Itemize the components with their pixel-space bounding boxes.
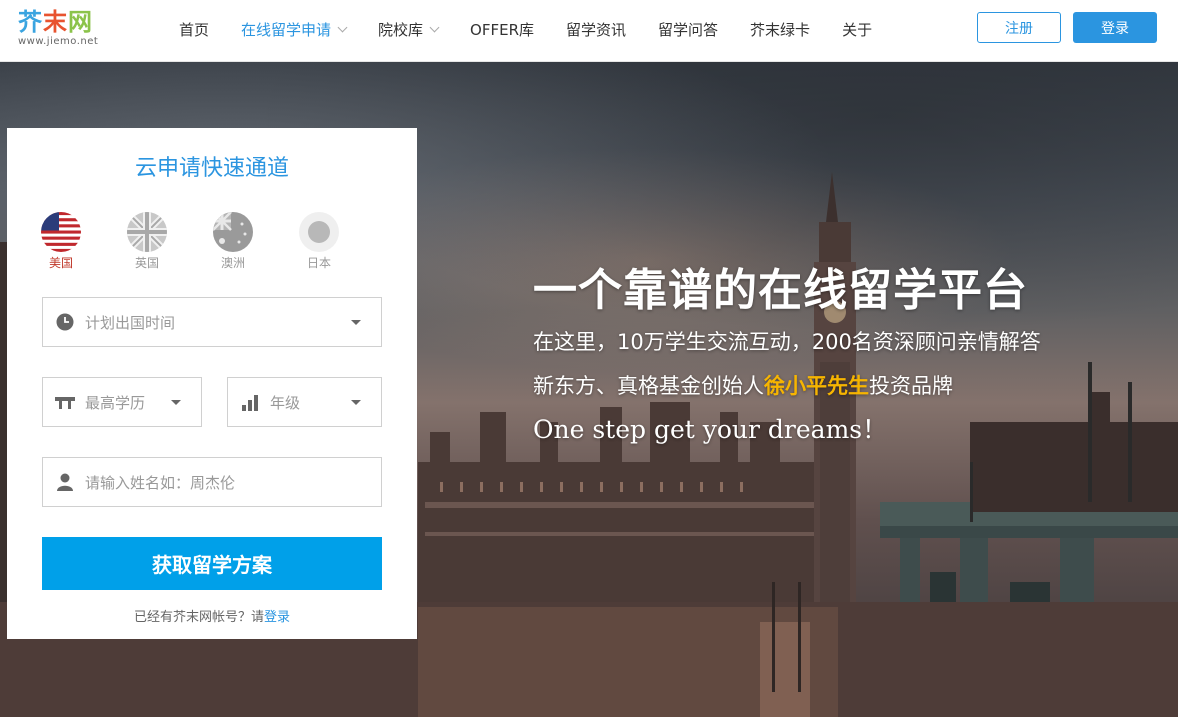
nav-item-schools[interactable]: 院校库: [362, 0, 454, 58]
login-button[interactable]: 登录: [1073, 12, 1157, 43]
chevron-down-icon: [429, 22, 440, 32]
nav-label: 关于: [842, 20, 873, 39]
chevron-down-icon: [337, 22, 348, 32]
nav-label: 留学资讯: [566, 20, 627, 39]
login-hint: 已经有芥末网帐号？请登录: [7, 606, 417, 625]
departure-time-select[interactable]: 计划出国时间: [42, 297, 382, 347]
form-title: 云申请快速通道: [134, 156, 289, 181]
hero-highlight-name: 徐小平先生: [764, 374, 869, 398]
grade-placeholder: 年级: [270, 393, 301, 412]
country-label: 英国: [134, 256, 159, 270]
nav-label: 在线留学申请: [241, 20, 332, 39]
nav-label: 院校库: [378, 20, 424, 39]
nav-label: 芥末绿卡: [750, 20, 811, 39]
country-selector: 美国 英国 澳洲 日本: [41, 212, 385, 271]
au-flag-icon: [213, 212, 253, 252]
nav-label: OFFER库: [470, 20, 535, 39]
caret-down-icon: [351, 399, 361, 405]
nav-item-online-apply[interactable]: 在线留学申请: [225, 0, 362, 58]
caret-down-icon: [351, 319, 361, 325]
logo-text: 芥末网: [18, 8, 93, 36]
nav-item-greencard[interactable]: 芥末绿卡: [734, 0, 826, 58]
nav-item-qa[interactable]: 留学问答: [642, 0, 734, 58]
name-placeholder: 请输入姓名如：周杰伦: [85, 473, 236, 492]
departure-time-placeholder: 计划出国时间: [85, 313, 176, 332]
country-label: 日本: [306, 256, 331, 270]
clock-icon: [55, 312, 75, 332]
quick-apply-form: 云申请快速通道 美国 英国 澳洲 日本 计划出国时间 最高学历 年级 请输入姓名…: [7, 128, 417, 639]
top-header: 芥末网 www.jiemo.net 首页 在线留学申请 院校库 OFFER库 留…: [0, 0, 1178, 62]
country-option-au[interactable]: 澳洲: [213, 212, 299, 271]
nav-label: 首页: [179, 20, 210, 39]
graduation-cap-icon: [55, 392, 75, 412]
jp-flag-icon: [299, 212, 339, 252]
hero-line-2: 新东方、真格基金创始人徐小平先生投资品牌: [533, 370, 953, 400]
get-plan-button[interactable]: 获取留学方案: [42, 537, 382, 590]
register-button[interactable]: 注册: [977, 12, 1061, 43]
country-option-us[interactable]: 美国: [41, 212, 127, 271]
caret-down-icon: [171, 399, 181, 405]
nav-item-news[interactable]: 留学资讯: [550, 0, 642, 58]
country-option-uk[interactable]: 英国: [127, 212, 213, 271]
login-link[interactable]: 登录: [264, 610, 290, 625]
logo-url: www.jiemo.net: [18, 36, 99, 47]
education-select[interactable]: 最高学历: [42, 377, 202, 427]
user-icon: [55, 472, 75, 492]
hero-line-2-prefix: 新东方、真格基金创始人: [533, 374, 764, 398]
nav-item-about[interactable]: 关于: [826, 0, 888, 58]
hero-line-2-suffix: 投资品牌: [869, 374, 953, 398]
main-nav: 首页 在线留学申请 院校库 OFFER库 留学资讯 留学问答 芥末绿卡 关于: [163, 0, 888, 58]
grade-select[interactable]: 年级: [227, 377, 382, 427]
uk-flag-icon: [127, 212, 167, 252]
bar-chart-icon: [240, 392, 260, 412]
country-option-jp[interactable]: 日本: [299, 212, 385, 271]
us-flag-icon: [41, 212, 81, 252]
nav-label: 留学问答: [658, 20, 719, 39]
nav-item-home[interactable]: 首页: [163, 0, 225, 58]
name-input[interactable]: 请输入姓名如：周杰伦: [42, 457, 382, 507]
country-label: 澳洲: [220, 256, 245, 270]
hero-english-slogan: One step get your dreams！: [533, 415, 888, 444]
country-label: 美国: [48, 256, 73, 270]
hero-title: 一个靠谱的在线留学平台: [533, 265, 1028, 316]
hero-line-1: 在这里，10万学生交流互动，200名资深顾问亲情解答: [533, 330, 1041, 354]
site-logo[interactable]: 芥末网 www.jiemo.net: [18, 8, 118, 54]
education-placeholder: 最高学历: [85, 393, 146, 412]
login-hint-text: 已经有芥末网帐号？请: [133, 610, 264, 625]
nav-item-offers[interactable]: OFFER库: [454, 0, 550, 58]
